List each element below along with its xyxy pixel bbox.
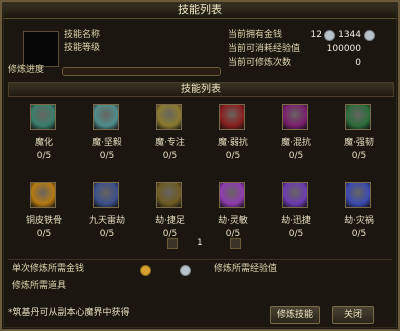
prev-page-button[interactable] (167, 238, 178, 249)
skill-list-header: 技能列表 (8, 82, 394, 97)
skill-name: 劫·灵敏 (218, 216, 248, 226)
money-label: 当前拥有金钱 (228, 30, 283, 40)
silver-coin-icon-2 (364, 30, 375, 41)
resist-icon[interactable] (219, 104, 245, 130)
gold-coin-icon (140, 265, 151, 276)
armor-icon[interactable] (30, 182, 56, 208)
count-value: 0 (355, 58, 361, 68)
skill-count: 0/5 (162, 151, 178, 161)
agility-icon[interactable] (219, 182, 245, 208)
shield-icon[interactable] (93, 104, 119, 130)
exp-label: 当前可消耗经验值 (228, 44, 301, 54)
skill-cell[interactable]: 魔·专注 0/5 (140, 98, 200, 168)
skill-name: 魔·混抗 (281, 138, 311, 148)
silver-coin-icon (324, 30, 335, 41)
skill-cell[interactable]: 劫·灾祸 0/5 (329, 176, 389, 246)
skill-count: 0/5 (99, 151, 115, 161)
practice-skill-button[interactable]: 修炼技能 (270, 306, 320, 324)
skill-cell[interactable]: 劫·捷足 0/5 (140, 176, 200, 246)
count-label: 当前可修炼次数 (228, 58, 292, 68)
exp-requirement-label: 修炼所需经验值 (214, 264, 278, 274)
progress-label: 修炼进度 (8, 65, 45, 75)
skill-grid: 魔化 0/5 魔·坚毅 0/5 魔·专注 0/5 魔·弱抗 0/5 魔·混抗 0/5 魔·强韧 0/5… (8, 98, 392, 258)
info-note: *筑基丹可从副本心魔界中获得 (8, 308, 130, 318)
money-value-left: 12 (310, 30, 322, 40)
skill-name-label: 技能名称 (64, 30, 101, 40)
skill-name: 魔化 (34, 138, 53, 148)
skill-name: 魔·强韧 (344, 138, 374, 148)
money-value-right: 1344 (338, 30, 361, 40)
requirements-panel: 单次修炼所需金钱 修炼所需经验值 修炼所需道具 (8, 259, 392, 302)
close-button[interactable]: 关闭 (332, 306, 374, 324)
skill-cell[interactable]: 魔·弱抗 0/5 (203, 98, 263, 168)
skill-level-label: 技能等级 (64, 43, 101, 53)
skill-name: 九天雷劫 (88, 216, 125, 226)
skill-cell[interactable]: 魔·强韧 0/5 (329, 98, 389, 168)
prop-requirement-label: 修炼所需道具 (12, 281, 67, 291)
skill-count: 0/5 (36, 151, 52, 161)
magic-icon[interactable] (30, 104, 56, 130)
skill-name: 魔·专注 (155, 138, 185, 148)
gold-requirement-label: 单次修炼所需金钱 (12, 264, 85, 274)
skill-cell[interactable]: 魔·混抗 0/5 (266, 98, 326, 168)
skill-cell[interactable]: 劫·迅捷 0/5 (266, 176, 326, 246)
skill-name: 劫·迅捷 (281, 216, 311, 226)
selected-skill-slot[interactable] (23, 31, 59, 67)
skill-count: 0/5 (288, 151, 304, 161)
pager: 1 (2, 238, 398, 250)
progress-bar (62, 67, 221, 76)
swift-icon[interactable] (282, 182, 308, 208)
skill-window: 技能列表 技能名称 技能等级 修炼进度 当前拥有金钱 12 1344 当前可消耗… (0, 0, 400, 331)
skill-cell[interactable]: 铜皮铁骨 0/5 (14, 176, 74, 246)
chaos-icon[interactable] (282, 104, 308, 130)
skill-name: 铜皮铁骨 (25, 216, 62, 226)
skill-name: 劫·灾祸 (344, 216, 374, 226)
skill-cell[interactable]: 劫·灵敏 0/5 (203, 176, 263, 246)
tough-icon[interactable] (345, 104, 371, 130)
silver-coin-icon-3 (180, 265, 191, 276)
skill-cell[interactable]: 魔化 0/5 (14, 98, 74, 168)
skill-name: 魔·坚毅 (92, 138, 122, 148)
speed-icon[interactable] (156, 182, 182, 208)
skill-count: 0/5 (351, 151, 367, 161)
next-page-button[interactable] (230, 238, 241, 249)
skill-name: 劫·捷足 (155, 216, 185, 226)
disaster-icon[interactable] (345, 182, 371, 208)
thunder-icon[interactable] (93, 182, 119, 208)
window-title: 技能列表 (2, 2, 398, 19)
focus-icon[interactable] (156, 104, 182, 130)
skill-cell[interactable]: 九天雷劫 0/5 (77, 176, 137, 246)
exp-value: 100000 (326, 44, 361, 54)
skill-count: 0/5 (225, 151, 241, 161)
skill-cell[interactable]: 魔·坚毅 0/5 (77, 98, 137, 168)
page-number: 1 (197, 238, 203, 248)
skill-name: 魔·弱抗 (218, 138, 248, 148)
